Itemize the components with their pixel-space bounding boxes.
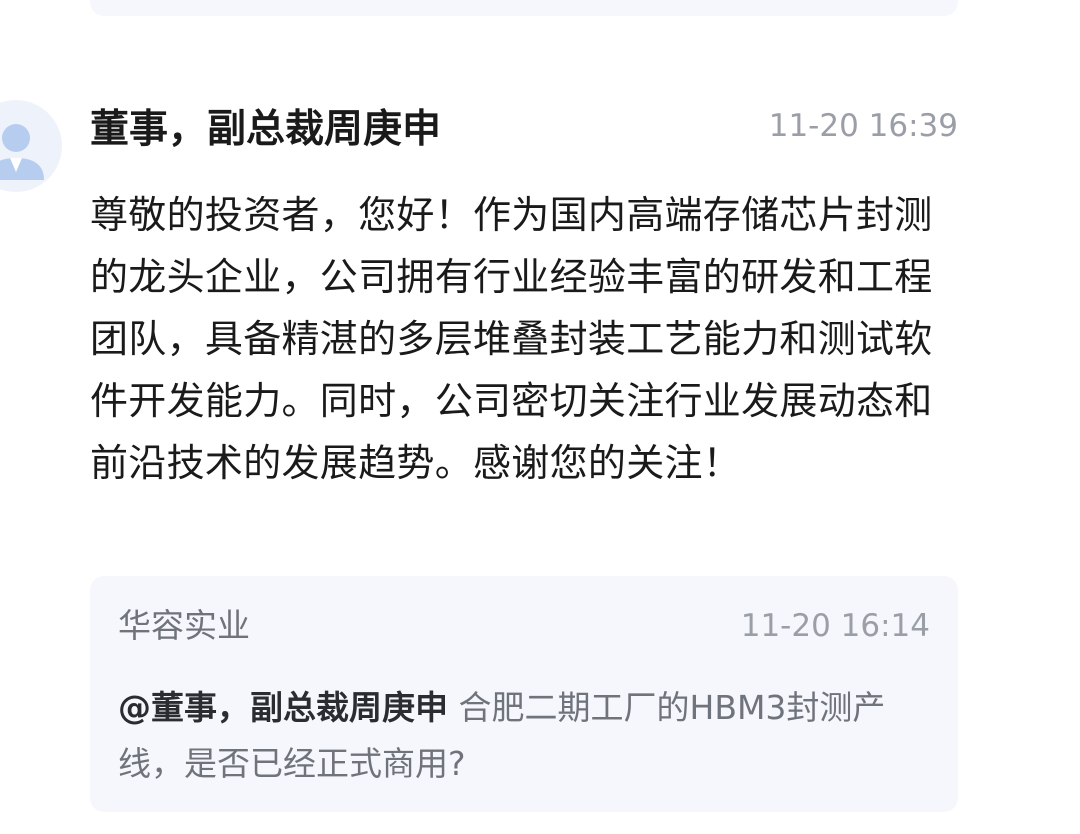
answer-author[interactable]: 董事，副总裁周庚申	[90, 104, 441, 156]
question-body: @董事，副总裁周庚申 合肥二期工厂的HBM3封测产线，是否已经正式商用?	[118, 680, 918, 792]
qa-thread: 董事，副总裁周庚申 11-20 16:39 尊敬的投资者，您好！作为国内高端存储…	[0, 0, 1080, 834]
question-time: 11-20 16:14	[740, 608, 930, 644]
question-author[interactable]: 华容实业	[118, 604, 250, 648]
previous-question-card	[90, 0, 958, 16]
person-icon	[0, 124, 44, 180]
user-avatar-icon[interactable]	[0, 100, 62, 192]
answer-text: 尊敬的投资者，您好！作为国内高端存储芯片封测的龙头企业，公司拥有行业经验丰富的研…	[90, 193, 933, 485]
answer-time: 11-20 16:39	[768, 108, 958, 144]
question-mention[interactable]: @董事，副总裁周庚申	[118, 688, 448, 727]
question-card[interactable]: 华容实业 11-20 16:14 @董事，副总裁周庚申 合肥二期工厂的HBM3封…	[90, 576, 958, 812]
